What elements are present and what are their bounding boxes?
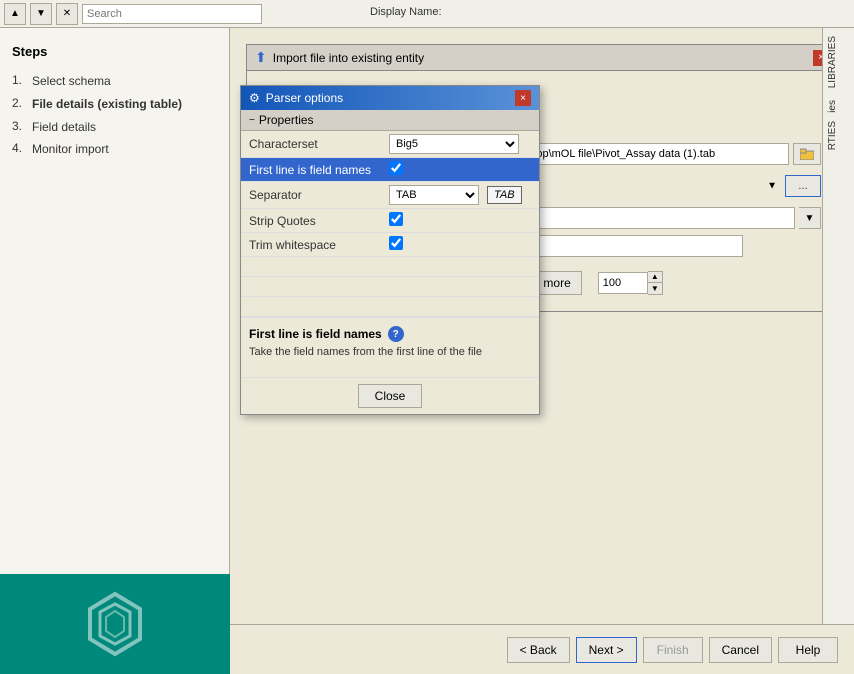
more-options-btn[interactable]: ... [785,175,821,197]
strip-quotes-row: Strip Quotes [241,209,539,233]
first-line-row[interactable]: First line is field names [241,158,539,182]
right-panel-text-2: ies [823,96,842,117]
parser-info-area: First line is field names ? Take the fie… [241,317,539,377]
separator-row: Separator TAB Comma Semicolon TAB [241,182,539,209]
properties-label: Properties [259,113,314,127]
tab-indicator: TAB [487,186,522,204]
folder-icon [800,148,814,160]
parser-footer: Close [241,377,539,414]
window-title-text: Import file into existing entity [273,51,424,65]
characterset-select[interactable]: Big5 UTF-8 ISO-8859-1 [389,134,519,154]
spinner-down-btn[interactable]: ▼ [648,283,662,294]
empty-row-3 [241,297,539,317]
parser-gear-icon: ⚙ [249,91,260,105]
parser-info-title-text: First line is field names [249,327,382,341]
back-button[interactable]: < Back [507,637,570,663]
toolbar: ▲ ▼ ✕ Display Name: [0,0,854,28]
records-spinner: ▲ ▼ [598,271,663,295]
trim-whitespace-label: Trim whitespace [241,233,381,257]
next-button[interactable]: Next > [576,637,637,663]
cancel-button[interactable]: Cancel [709,637,772,663]
trim-whitespace-checkbox[interactable] [389,236,403,250]
step-4: 4. Monitor import [12,141,217,158]
step-1: 1. Select schema [12,73,217,90]
empty-row-2 [241,277,539,297]
sidebar-title: Steps [12,44,217,59]
brand-logo [0,574,230,674]
spinner-up-btn[interactable]: ▲ [648,272,662,283]
parser-title-bar: ⚙ Parser options × [241,86,539,110]
sidebar: Steps 1. Select schema 2. File details (… [0,28,230,674]
table-dropdown-arrow: ▼ [799,207,821,229]
characterset-row: Characterset Big5 UTF-8 ISO-8859-1 [241,131,539,158]
finish-button[interactable]: Finish [643,637,703,663]
sort-asc-btn[interactable]: ▲ [4,3,26,25]
info-icon: ? [388,326,404,342]
right-panel-text-1: LIBRARIES [823,28,842,96]
help-button[interactable]: Help [778,637,838,663]
parser-dialog: ⚙ Parser options × − Properties Characte… [240,85,540,415]
sort-desc-btn[interactable]: ▼ [30,3,52,25]
hex-icon [80,589,150,659]
right-panel-text-3: RTIES [823,117,842,154]
parser-info-title: First line is field names ? [249,326,531,342]
steps-list: 1. Select schema 2. File details (existi… [12,73,217,158]
first-line-label: First line is field names [241,158,381,182]
parser-close-btn[interactable]: × [515,90,531,106]
separator-select[interactable]: TAB Comma Semicolon [389,185,479,205]
step-3: 3. Field details [12,119,217,136]
parser-dialog-title: Parser options [266,91,343,105]
parser-close-button[interactable]: Close [358,384,423,408]
strip-quotes-checkbox[interactable] [389,212,403,226]
parser-options-table: Characterset Big5 UTF-8 ISO-8859-1 First… [241,131,539,317]
browse-button[interactable] [793,143,821,165]
right-panel: LIBRARIES ies RTIES [822,28,854,624]
parser-tree-header: − Properties [241,110,539,131]
tree-expand-icon[interactable]: − [249,115,255,126]
strip-quotes-label: Strip Quotes [241,209,381,233]
parser-info-text: Take the field names from the first line… [249,346,531,358]
bottom-button-bar: < Back Next > Finish Cancel Help [230,624,854,674]
close-toolbar-btn[interactable]: ✕ [56,3,78,25]
first-line-checkbox[interactable] [389,161,403,175]
empty-row-1 [241,257,539,277]
characterset-label: Characterset [241,131,381,158]
records-spinner-input[interactable] [598,272,648,294]
select-arrow-icon: ▼ [767,181,777,192]
search-input[interactable] [82,4,262,24]
import-icon: ⬆ [255,49,267,66]
separator-label: Separator [241,182,381,209]
step-2: 2. File details (existing table) [12,96,217,113]
window-title-bar: ⬆ Import file into existing entity × [246,44,838,70]
display-name-label: Display Name: [370,6,442,18]
trim-whitespace-row: Trim whitespace [241,233,539,257]
